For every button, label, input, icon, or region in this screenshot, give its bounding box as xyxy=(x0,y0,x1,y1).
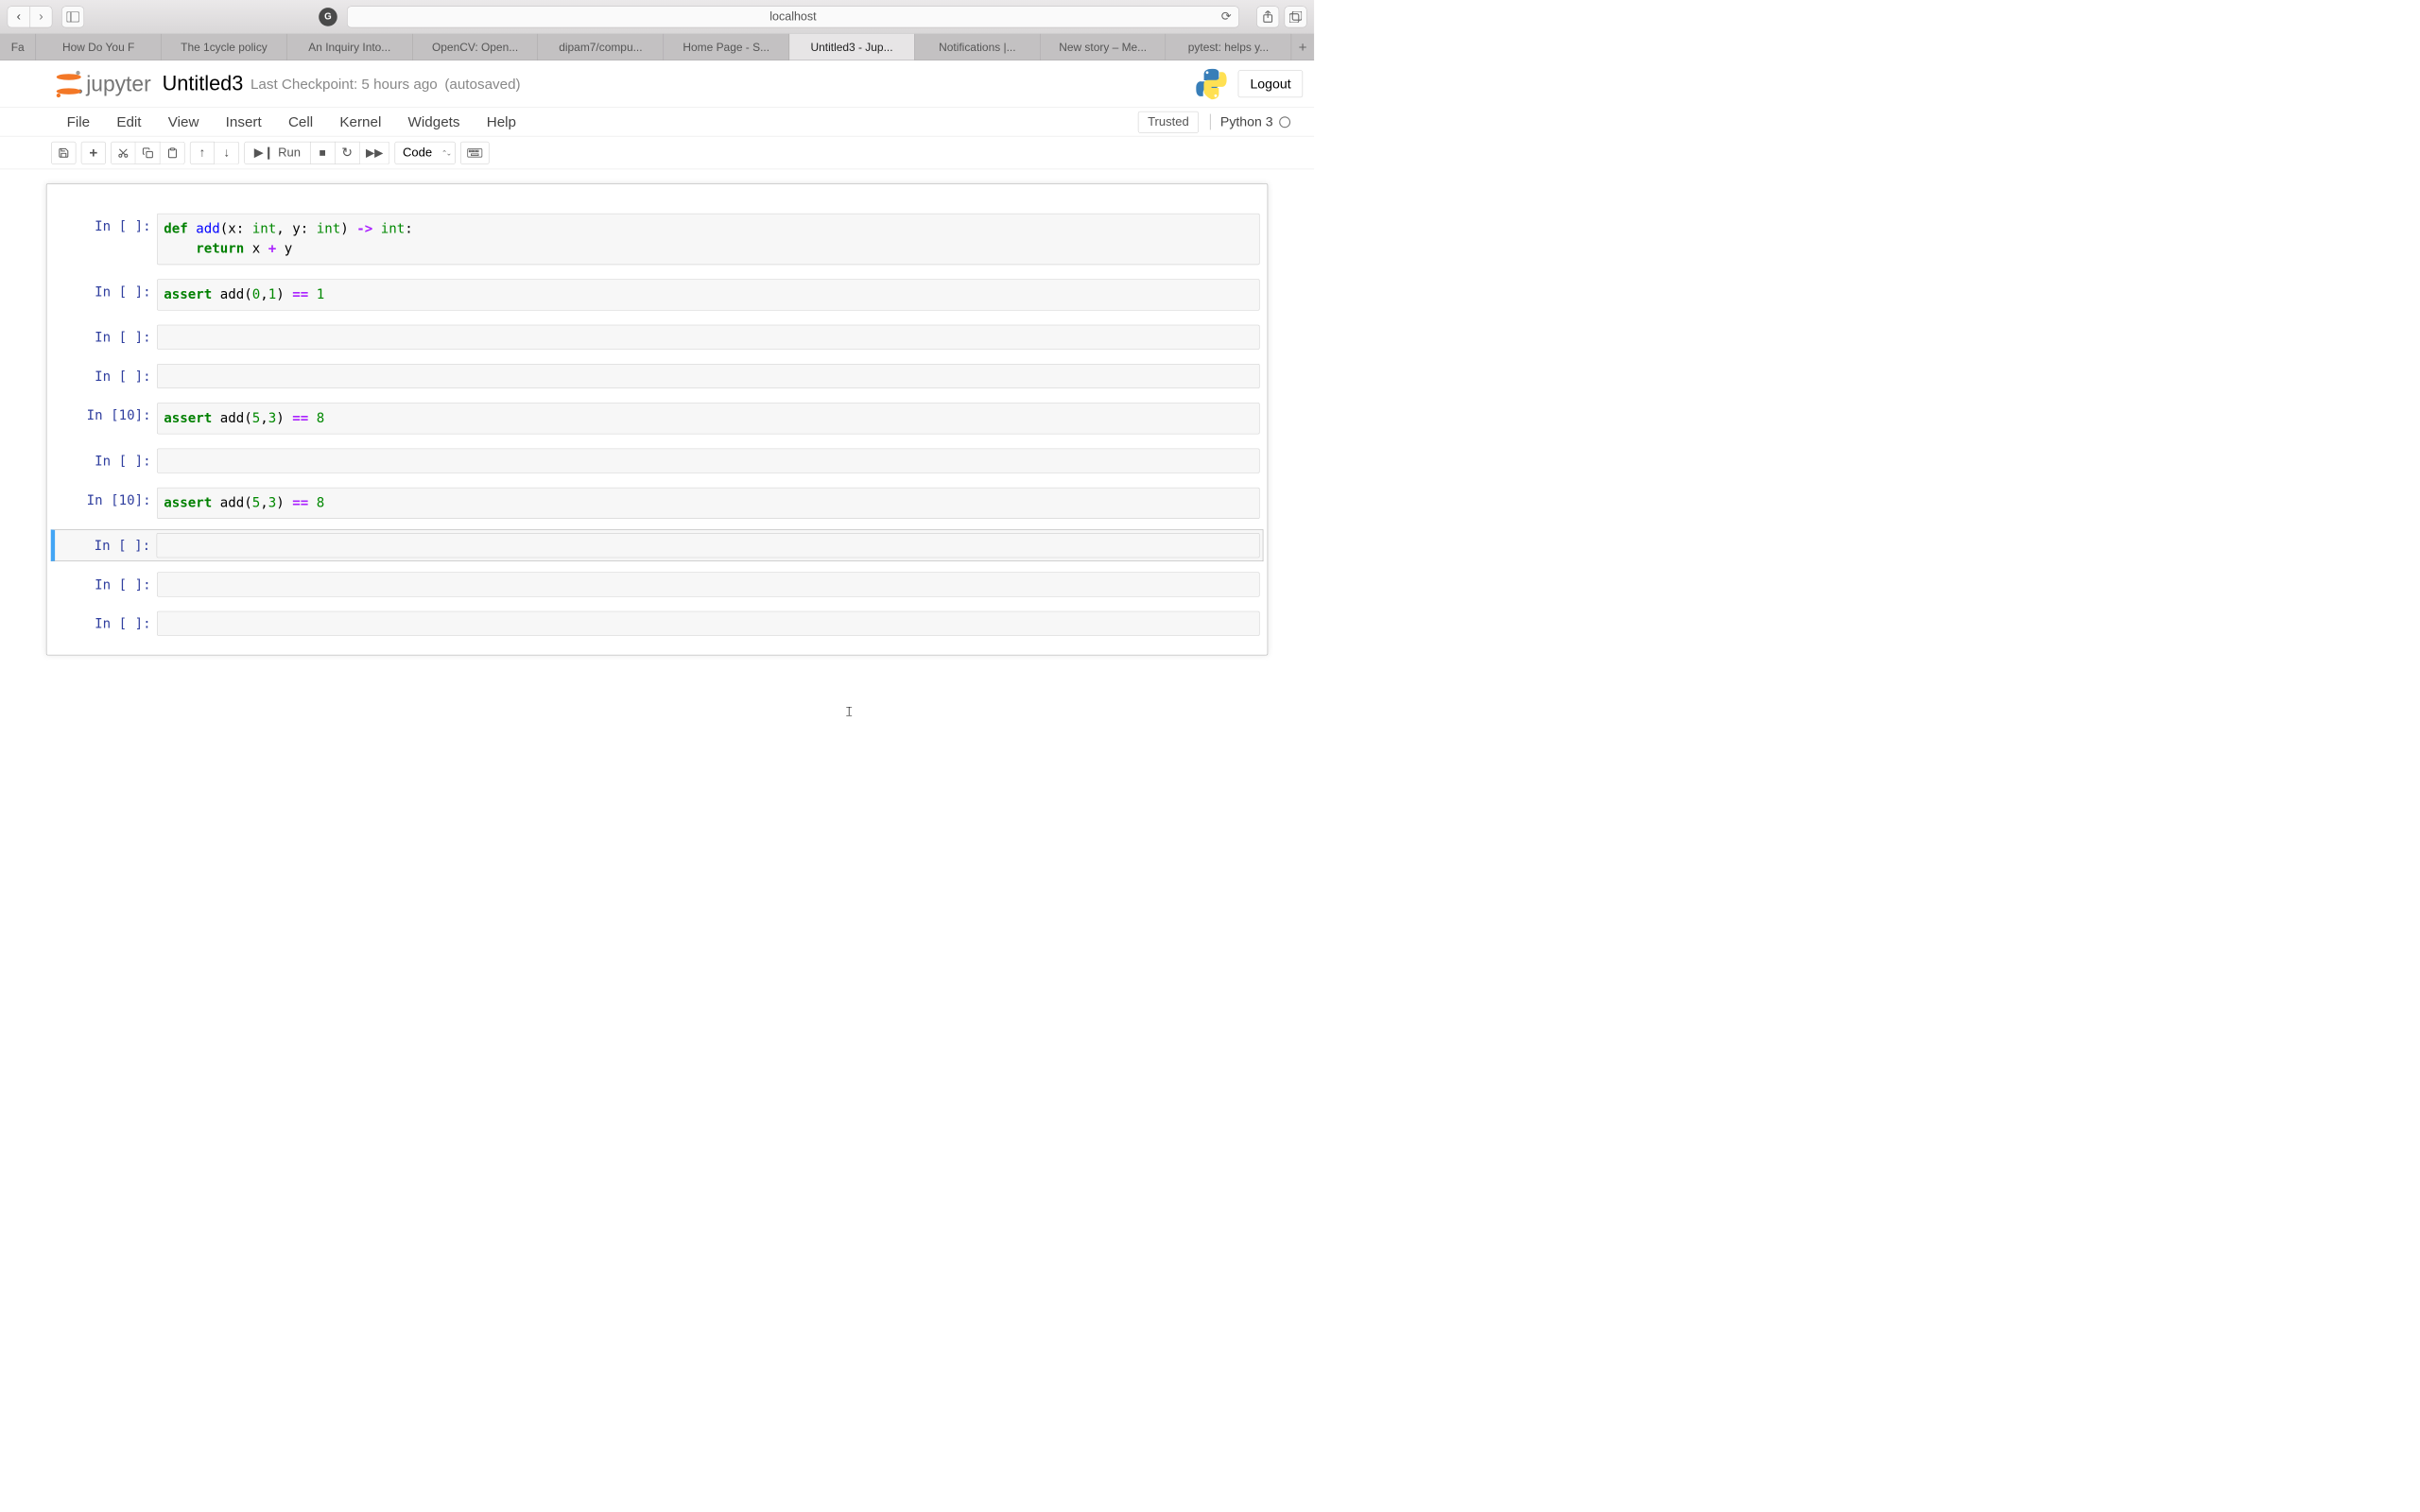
site-icon: G xyxy=(319,8,337,26)
toolbar: + ↑ ↓ ▶❙ Run ■ ↻ ▶▶ Code xyxy=(0,136,1314,169)
copy-button[interactable] xyxy=(135,142,160,164)
cell-input[interactable] xyxy=(157,449,1259,473)
paste-button[interactable] xyxy=(160,142,184,164)
jupyter-logo[interactable]: jupyter xyxy=(57,72,151,96)
back-button[interactable]: ‹ xyxy=(8,6,30,27)
browser-tab[interactable]: dipam7/compu... xyxy=(538,34,664,60)
browser-tab[interactable]: pytest: helps y... xyxy=(1166,34,1291,60)
code-cell[interactable]: In [10]:assert add(5,3) == 8 xyxy=(51,484,1264,523)
cell-input[interactable]: assert add(5,3) == 8 xyxy=(157,488,1259,519)
code-cell[interactable]: In [ ]: xyxy=(51,608,1264,640)
browser-tab[interactable]: Notifications |... xyxy=(915,34,1041,60)
cell-prompt: In [ ]: xyxy=(55,611,158,636)
menu-cell[interactable]: Cell xyxy=(288,113,313,129)
run-icon: ▶❙ xyxy=(254,146,274,161)
browser-toolbar: ‹ › G localhost ⟳ xyxy=(0,0,1314,34)
browser-tab[interactable]: Home Page - S... xyxy=(664,34,789,60)
python-logo-icon xyxy=(1196,68,1227,99)
notebook: In [ ]:def add(x: int, y: int) -> int: r… xyxy=(46,183,1268,655)
menu-file[interactable]: File xyxy=(67,113,91,129)
menu-insert[interactable]: Insert xyxy=(226,113,262,129)
menu-widgets[interactable]: Widgets xyxy=(408,113,460,129)
cell-input[interactable]: assert add(5,3) == 8 xyxy=(157,403,1259,434)
restart-button[interactable]: ↻ xyxy=(335,142,359,164)
code-cell[interactable]: In [ ]:def add(x: int, y: int) -> int: r… xyxy=(51,210,1264,268)
add-cell-button[interactable]: + xyxy=(81,142,106,164)
save-button[interactable] xyxy=(51,142,76,164)
notebook-title[interactable]: Untitled3 xyxy=(163,73,244,95)
restart-run-all-button[interactable]: ▶▶ xyxy=(359,142,389,164)
cell-prompt: In [10]: xyxy=(55,488,158,519)
cell-prompt: In [ ]: xyxy=(54,533,157,558)
cell-input[interactable] xyxy=(157,533,1260,558)
code-cell[interactable]: In [10]:assert add(5,3) == 8 xyxy=(51,399,1264,438)
jupyter-header: jupyter Untitled3 Last Checkpoint: 5 hou… xyxy=(0,60,1314,108)
cell-input[interactable] xyxy=(157,611,1259,636)
command-palette-button[interactable] xyxy=(460,142,489,164)
cell-prompt: In [ ]: xyxy=(55,279,158,310)
browser-tab[interactable]: OpenCV: Open... xyxy=(412,34,538,60)
cell-prompt: In [ ]: xyxy=(55,449,158,473)
code-cell[interactable]: In [ ]: xyxy=(51,569,1264,601)
checkpoint-text: Last Checkpoint: 5 hours ago xyxy=(251,76,438,92)
cell-input[interactable] xyxy=(157,364,1259,388)
menu-bar: FileEditViewInsertCellKernelWidgetsHelp … xyxy=(0,108,1314,136)
cell-prompt: In [ ]: xyxy=(55,572,158,596)
kernel-idle-icon xyxy=(1279,116,1290,128)
text-cursor-icon: 𝙸 xyxy=(844,704,854,720)
tab-strip: FaHow Do You FThe 1cycle policyAn Inquir… xyxy=(0,34,1314,60)
browser-tab[interactable]: The 1cycle policy xyxy=(162,34,287,60)
cell-type-select[interactable]: Code xyxy=(395,142,456,164)
browser-tab[interactable]: Fa xyxy=(0,34,36,60)
cell-prompt: In [ ]: xyxy=(55,325,158,350)
cell-prompt: In [ ]: xyxy=(55,214,158,265)
cell-prompt: In [ ]: xyxy=(55,364,158,388)
cell-input[interactable]: def add(x: int, y: int) -> int: return x… xyxy=(157,214,1259,265)
sidebar-toggle-button[interactable] xyxy=(61,6,84,27)
browser-tab[interactable]: New story – Me... xyxy=(1041,34,1167,60)
menu-edit[interactable]: Edit xyxy=(116,113,141,129)
cell-prompt: In [10]: xyxy=(55,403,158,434)
move-down-button[interactable]: ↓ xyxy=(215,142,239,164)
code-cell[interactable]: In [ ]:assert add(0,1) == 1 xyxy=(51,276,1264,315)
menu-view[interactable]: View xyxy=(168,113,199,129)
run-button[interactable]: ▶❙ Run xyxy=(244,142,310,164)
menu-kernel[interactable]: Kernel xyxy=(339,113,381,129)
browser-tab[interactable]: How Do You F xyxy=(36,34,162,60)
cell-input[interactable] xyxy=(157,325,1259,350)
forward-button[interactable]: › xyxy=(29,6,52,27)
tabs-button[interactable] xyxy=(1285,6,1307,27)
autosave-text: (autosaved) xyxy=(444,76,520,92)
url-text: localhost xyxy=(769,9,816,24)
nav-buttons: ‹ › xyxy=(8,6,53,27)
menu-help[interactable]: Help xyxy=(487,113,516,129)
jupyter-logo-icon xyxy=(57,72,81,96)
trusted-indicator[interactable]: Trusted xyxy=(1138,112,1199,133)
kernel-name-text: Python 3 xyxy=(1220,114,1273,130)
share-button[interactable] xyxy=(1256,6,1279,27)
cell-input[interactable]: assert add(0,1) == 1 xyxy=(157,279,1259,310)
browser-tab[interactable]: Untitled3 - Jup... xyxy=(789,34,915,60)
code-cell[interactable]: In [ ]: xyxy=(51,321,1264,353)
new-tab-button[interactable]: + xyxy=(1291,34,1314,60)
code-cell[interactable]: In [ ]: xyxy=(51,529,1264,561)
browser-tab[interactable]: An Inquiry Into... xyxy=(287,34,413,60)
jupyter-logo-text: jupyter xyxy=(86,72,150,96)
url-bar[interactable]: G localhost ⟳ xyxy=(347,6,1239,27)
cell-input[interactable] xyxy=(157,572,1259,596)
code-cell[interactable]: In [ ]: xyxy=(51,360,1264,392)
code-cell[interactable]: In [ ]: xyxy=(51,445,1264,477)
cut-button[interactable] xyxy=(111,142,135,164)
run-label: Run xyxy=(278,146,301,160)
interrupt-button[interactable]: ■ xyxy=(310,142,335,164)
kernel-name[interactable]: Python 3 xyxy=(1210,114,1290,130)
logout-button[interactable]: Logout xyxy=(1238,70,1303,97)
reload-icon[interactable]: ⟳ xyxy=(1221,9,1232,25)
move-up-button[interactable]: ↑ xyxy=(190,142,215,164)
